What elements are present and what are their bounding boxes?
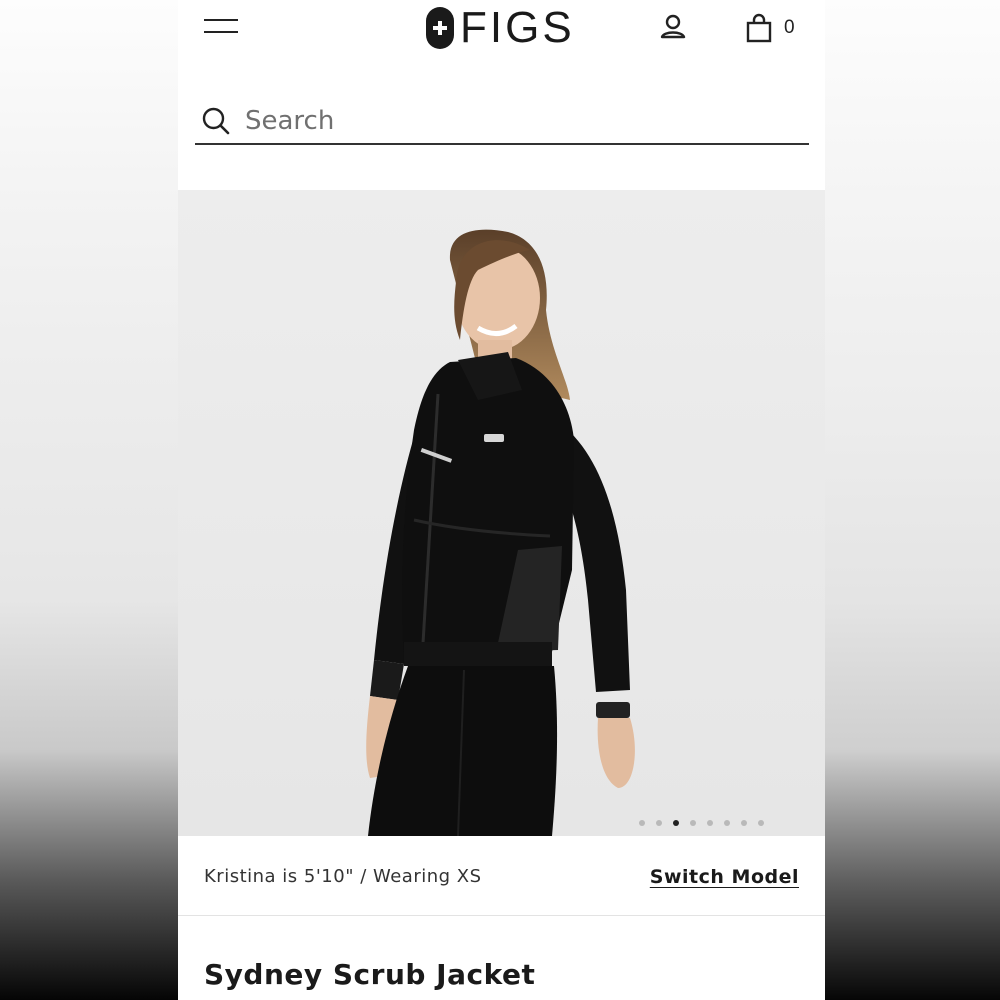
carousel-dot[interactable] [656, 820, 662, 826]
carousel-dot[interactable] [707, 820, 713, 826]
cart-count: 0 [784, 17, 795, 38]
search-icon[interactable] [201, 106, 231, 136]
background-blur-right [822, 0, 1000, 1000]
carousel-dot[interactable] [690, 820, 696, 826]
shopping-bag-icon [746, 13, 772, 43]
product-image-carousel[interactable] [178, 190, 825, 836]
mobile-page: FIGS 0 Search Kristina is 5'10" / Wearin… [178, 0, 825, 1000]
logo-text: FIGS [460, 3, 575, 52]
hamburger-icon-line [204, 19, 238, 21]
account-button[interactable] [658, 12, 688, 42]
carousel-dot-active[interactable] [673, 820, 679, 826]
cart-button[interactable]: 0 [746, 12, 806, 44]
figs-logo[interactable]: FIGS [426, 6, 575, 50]
user-icon [660, 14, 686, 39]
logo-cross-icon [426, 7, 454, 49]
product-photo [178, 190, 825, 836]
search-input[interactable] [245, 105, 785, 136]
hamburger-icon-line [204, 31, 238, 33]
background-blur-left [0, 0, 178, 1000]
carousel-dot[interactable] [741, 820, 747, 826]
carousel-dot[interactable] [724, 820, 730, 826]
search-bar [195, 98, 809, 145]
carousel-dot[interactable] [639, 820, 645, 826]
site-header: FIGS 0 [178, 0, 825, 60]
switch-model-link[interactable]: Switch Model [650, 866, 799, 888]
menu-button[interactable] [204, 16, 238, 38]
model-info-row: Kristina is 5'10" / Wearing XS Switch Mo… [178, 838, 825, 916]
carousel-dot[interactable] [758, 820, 764, 826]
model-info-text: Kristina is 5'10" / Wearing XS [204, 866, 482, 887]
carousel-pagination [639, 820, 764, 826]
product-title: Sydney Scrub Jacket [204, 958, 536, 991]
